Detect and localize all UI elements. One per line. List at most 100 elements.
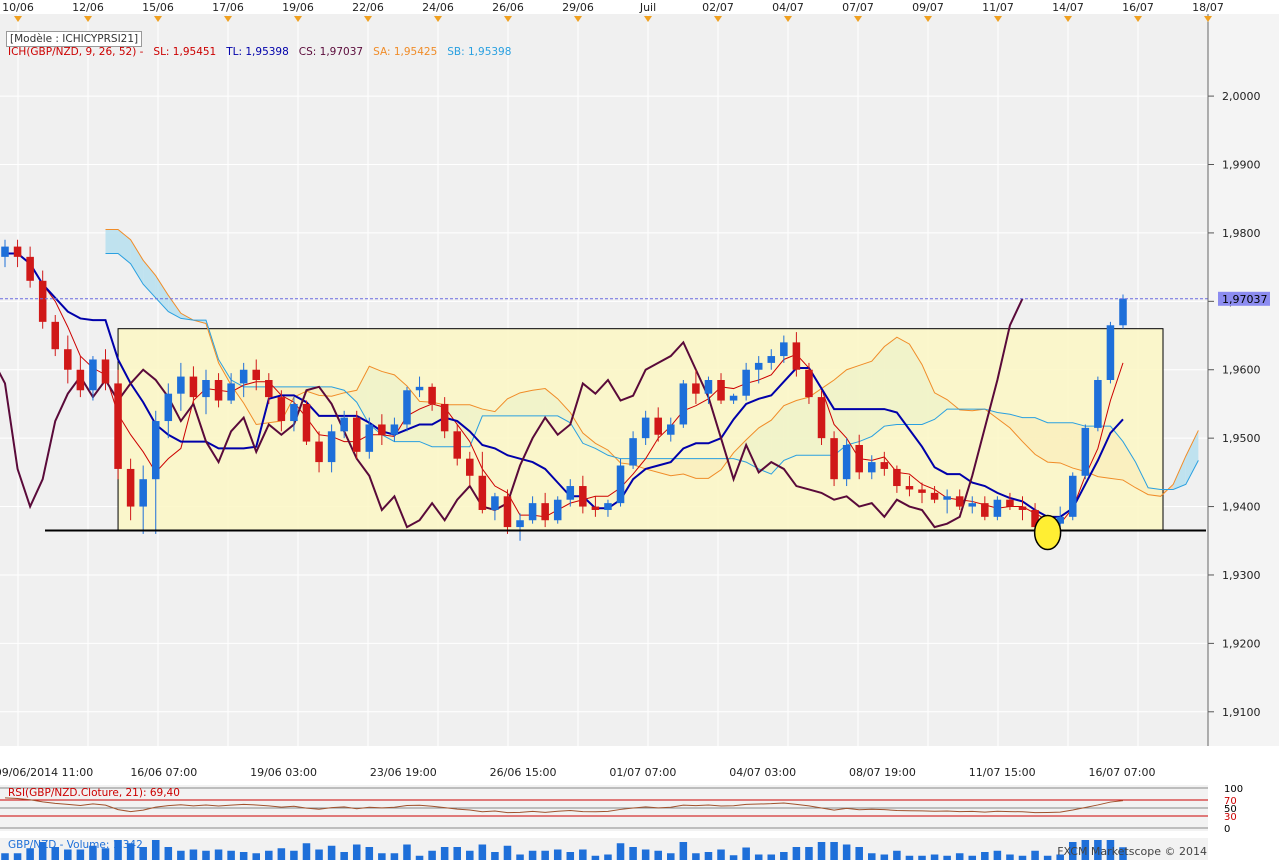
volume-bar — [340, 852, 348, 860]
candle-body — [905, 486, 914, 490]
price-chart[interactable]: 1,9100 1,9200 1,9300 1,9400 1,9500 1,9600 1,97… — [0, 0, 1279, 860]
highlight-ellipse — [1033, 514, 1062, 551]
candle-body — [151, 421, 160, 480]
volume-bar — [780, 852, 788, 860]
candle-body — [76, 369, 85, 391]
top-date-label: 11/07 — [982, 1, 1014, 14]
volume-bar — [616, 843, 625, 860]
volume-bar — [466, 850, 474, 860]
candle-body — [817, 397, 826, 439]
volume-bar — [566, 852, 575, 860]
volume-bar — [252, 853, 261, 860]
candle-body — [126, 468, 135, 507]
candle-body — [189, 376, 198, 398]
y-tick-label: 1,9100 — [1222, 706, 1261, 719]
candle-body — [1119, 298, 1127, 326]
y-tick-label: 1,9400 — [1222, 501, 1261, 514]
volume-bar — [403, 844, 411, 860]
cloud-segment — [105, 229, 119, 254]
candle-body — [943, 496, 951, 500]
indicator-sa: SA: 1,95425 — [373, 46, 438, 58]
candle-body — [415, 386, 424, 391]
candle-body — [26, 256, 34, 281]
top-date-label: 10/06 — [2, 1, 34, 14]
candle-body — [38, 280, 47, 322]
candle-body — [654, 417, 662, 435]
volume-bar — [541, 850, 549, 860]
y-tick-label: 1,9600 — [1222, 364, 1261, 377]
candle-body — [13, 246, 22, 257]
rsi-pane: 1007050300 — [0, 784, 1243, 835]
candle-body — [352, 417, 361, 452]
volume-bar — [151, 840, 160, 860]
volume-bar — [905, 855, 914, 860]
volume-bar — [867, 853, 876, 860]
volume-bar — [378, 853, 386, 860]
top-date-label: 16/07 — [1122, 1, 1154, 14]
volume-bar — [679, 842, 688, 860]
top-date-label: 07/07 — [842, 1, 874, 14]
candle-body — [503, 496, 512, 528]
candle-body — [315, 441, 323, 463]
volume-bar — [855, 847, 863, 860]
volume-bar — [1043, 855, 1052, 860]
bottom-date-label: 26/06 15:00 — [490, 766, 557, 779]
bottom-date-label: 08/07 19:00 — [849, 766, 916, 779]
rsi-scale-label: 0 — [1224, 824, 1230, 835]
volume-bar — [1031, 850, 1039, 860]
volume-bar — [654, 850, 662, 860]
volume-bar — [842, 844, 851, 860]
rsi-scale-label: 100 — [1224, 784, 1243, 795]
candle-body — [855, 444, 863, 473]
y-tick-label: 1,9200 — [1222, 637, 1261, 650]
candle-body — [164, 393, 173, 422]
watermark: FXCM Marketscope © 2014 — [1057, 845, 1207, 858]
candle-body — [89, 359, 97, 391]
volume-bar — [629, 847, 637, 860]
indicator-legend: ICH(GBP/NZD, 9, 26, 52) - SL: 1,95451 TL: … — [8, 45, 521, 59]
volume-bar — [754, 854, 763, 860]
candle-body — [302, 403, 311, 442]
volume-bar — [528, 850, 537, 860]
candle-body — [227, 383, 235, 401]
candle-body — [252, 369, 261, 380]
bottom-date-label: 01/07 07:00 — [609, 766, 676, 779]
candle-body — [579, 486, 587, 507]
volume-bar — [704, 852, 713, 860]
candle-body — [1081, 427, 1090, 476]
candle-body — [729, 395, 738, 401]
candle-body — [177, 376, 185, 394]
candle-body — [541, 503, 549, 521]
volume-bar — [453, 847, 461, 860]
candle-body — [591, 506, 600, 510]
candle-body — [101, 359, 110, 384]
volume-bar — [265, 850, 273, 860]
candle-body — [880, 462, 889, 469]
candle-body — [440, 403, 449, 432]
top-date-label: 02/07 — [702, 1, 734, 14]
volume-bar — [579, 849, 587, 860]
volume-bar — [968, 855, 977, 860]
candle-body — [453, 431, 461, 459]
bottom-date-label: 11/07 15:00 — [969, 766, 1036, 779]
candle-body — [767, 356, 776, 363]
y-tick-label: 1,9800 — [1222, 227, 1261, 240]
candle-body — [365, 424, 374, 452]
top-date-label: 09/07 — [912, 1, 944, 14]
rsi-scale-label: 30 — [1224, 812, 1237, 823]
indicator-tl: TL: 1,95398 — [226, 46, 289, 58]
top-date-label: 14/07 — [1052, 1, 1084, 14]
y-tick-label: 1,9500 — [1222, 432, 1261, 445]
indicator-cs: CS: 1,97037 — [298, 46, 364, 58]
top-date-label: 15/06 — [142, 1, 174, 14]
candle-body — [1094, 380, 1102, 428]
candle-body — [290, 403, 298, 422]
candle-body — [327, 431, 336, 463]
top-date-label: 19/06 — [282, 1, 314, 14]
volume-bar — [516, 854, 524, 860]
volume-bar — [667, 853, 675, 860]
volume-bar — [717, 849, 725, 860]
candle-body — [641, 417, 650, 439]
candle-body — [114, 383, 122, 469]
bottom-date-label: 19/06 03:00 — [250, 766, 317, 779]
